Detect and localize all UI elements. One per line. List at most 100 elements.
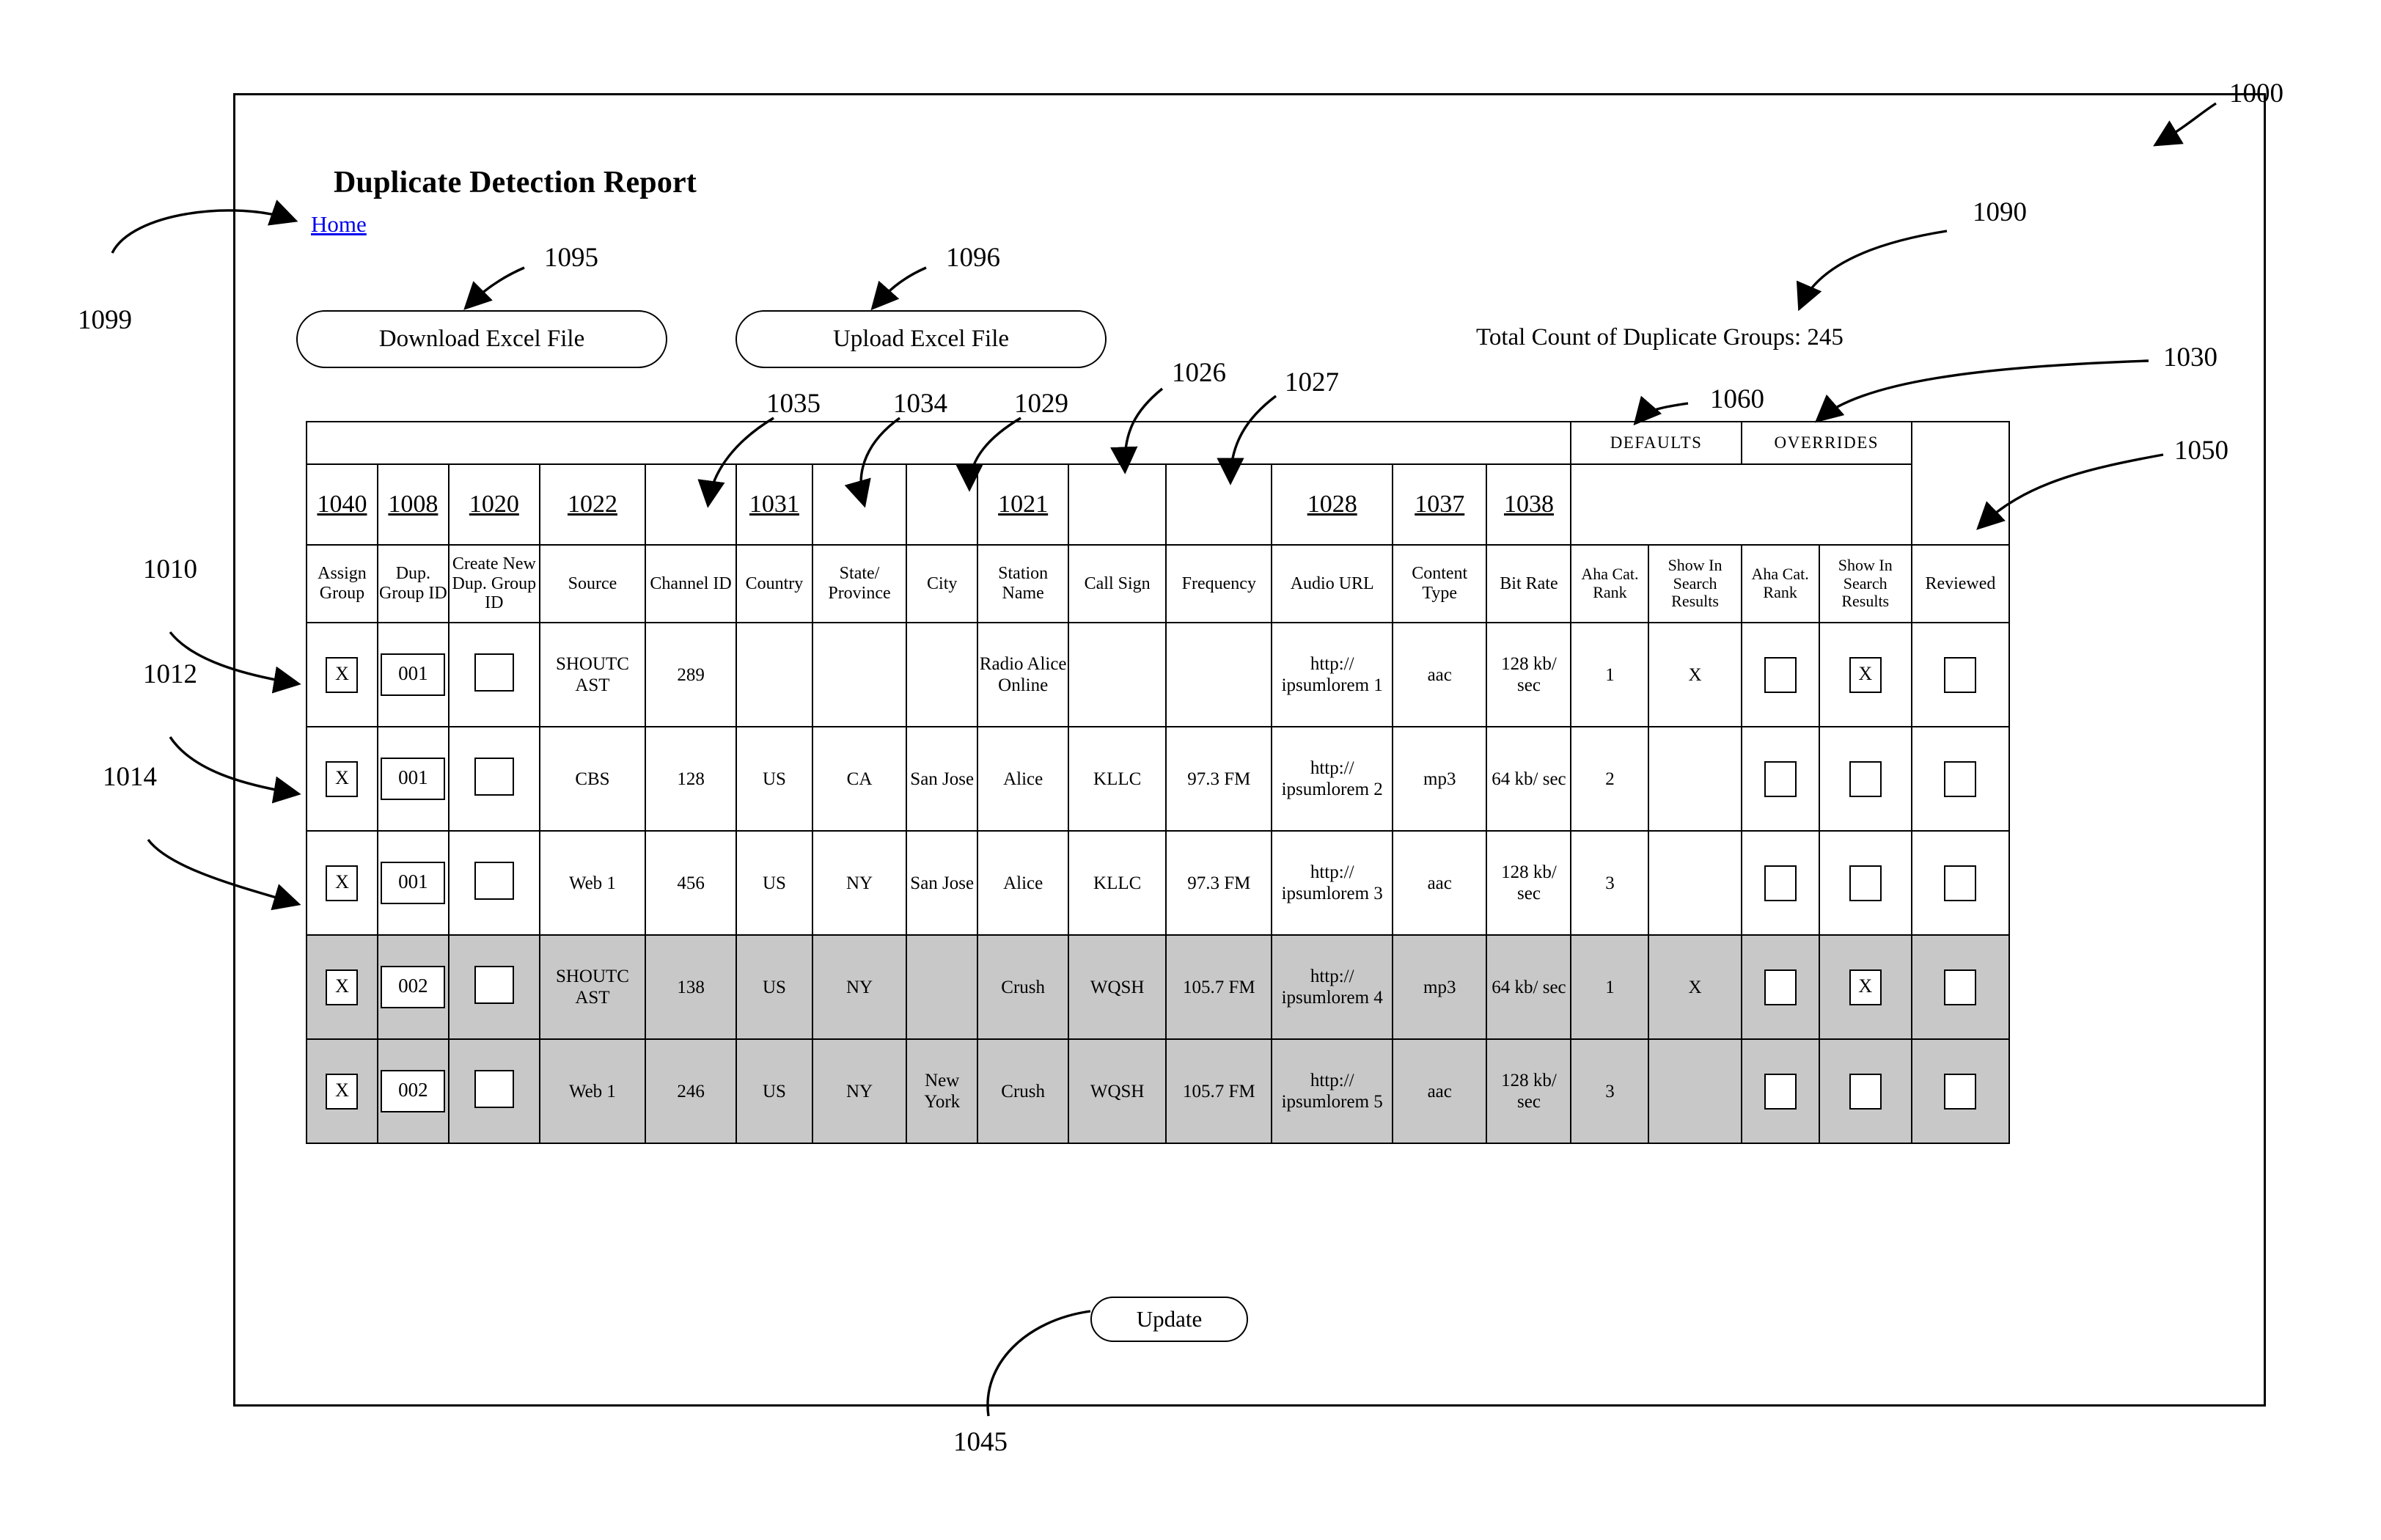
cell-state-province: NY [811, 830, 908, 936]
override-show-in-search-results-checkbox[interactable] [1849, 1073, 1882, 1110]
cell-call-sign: KLLC [1068, 726, 1167, 832]
cell-frequency [1165, 622, 1273, 727]
col-frequency: Frequency [1165, 544, 1273, 623]
upload-excel-file-button[interactable]: Upload Excel File [735, 310, 1107, 368]
assign-group-checkbox[interactable]: X [326, 760, 359, 797]
cell-override-aha-cat-rank [1740, 830, 1820, 936]
cell-station-name: Crush [977, 1038, 1070, 1144]
override-aha-cat-rank-checkbox[interactable] [1764, 1073, 1797, 1110]
reviewed-checkbox[interactable] [1944, 865, 1977, 901]
cell-reviewed [1910, 934, 2011, 1040]
cell-call-sign [1068, 622, 1167, 727]
ref-band-spacer [1571, 464, 1911, 545]
dup-group-id-input[interactable]: 002 [381, 1070, 446, 1112]
cell-reviewed [1910, 1038, 2011, 1144]
total-duplicate-groups-count: Total Count of Duplicate Groups: 245 [1476, 324, 1843, 351]
cell-reviewed [1910, 830, 2011, 936]
page-title: Duplicate Detection Report [334, 166, 697, 199]
cell-station-name: Alice [977, 726, 1070, 832]
table-row: X 002 Web 1 246 US NY New York Crush WQSH 105.7 F… [306, 1038, 2011, 1144]
cell-bit-rate: 64 kb/ sec [1486, 726, 1572, 832]
col-reviewed: Reviewed [1910, 544, 2011, 623]
download-excel-file-button[interactable]: Download Excel File [296, 310, 667, 368]
ref-frequency [1165, 463, 1273, 546]
ref-label-1014: 1014 [103, 762, 157, 792]
cell-default-aha-cat-rank: 3 [1570, 830, 1650, 936]
cell-country: US [735, 934, 813, 1040]
create-new-dup-group-id-input[interactable] [474, 757, 514, 796]
override-aha-cat-rank-checkbox[interactable] [1764, 760, 1797, 797]
assign-group-checkbox[interactable]: X [326, 969, 359, 1005]
override-aha-cat-rank-checkbox[interactable] [1764, 969, 1797, 1005]
cell-state-province: NY [811, 1038, 908, 1144]
dup-group-id-input[interactable]: 001 [381, 758, 446, 800]
create-new-dup-group-id-input[interactable] [474, 653, 514, 692]
dup-group-id-input[interactable]: 002 [381, 966, 446, 1008]
reviewed-checkbox[interactable] [1944, 969, 1977, 1005]
table-row: X 001 SHOUTC AST 289 Radio Alice Online http:… [306, 622, 2011, 727]
create-new-dup-group-id-input[interactable] [474, 1069, 514, 1108]
cell-call-sign: WQSH [1068, 1038, 1167, 1144]
cell-audio-url: http:// ipsumlorem 5 [1271, 1038, 1393, 1144]
cell-audio-url: http:// ipsumlorem 2 [1271, 726, 1393, 832]
cell-audio-url: http:// ipsumlorem 4 [1271, 934, 1393, 1040]
cell-default-aha-cat-rank: 2 [1570, 726, 1650, 832]
col-audio-url: Audio URL [1271, 544, 1393, 623]
cell-content-type: mp3 [1391, 934, 1488, 1040]
ref-label-1000: 1000 [2229, 78, 2283, 109]
cell-call-sign: KLLC [1068, 830, 1167, 936]
assign-group-checkbox[interactable]: X [326, 656, 359, 693]
cell-audio-url: http:// ipsumlorem 1 [1271, 622, 1393, 727]
cell-reviewed [1910, 622, 2011, 727]
col-assign-group: Assign Group [306, 544, 378, 623]
cell-frequency: 105.7 FM [1165, 1038, 1273, 1144]
cell-source: SHOUTC AST [538, 934, 647, 1040]
col-override-aha-cat-rank: Aha Cat. Rank [1740, 544, 1820, 623]
override-aha-cat-rank-checkbox[interactable] [1764, 656, 1797, 693]
create-new-dup-group-id-input[interactable] [474, 965, 514, 1004]
cell-city [906, 934, 979, 1040]
cell-station-name: Crush [977, 934, 1070, 1040]
cell-country [735, 622, 813, 727]
dup-group-id-input[interactable]: 001 [381, 862, 446, 904]
header-reference-row: 1040 1008 1020 1022 1031 1021 1028 1037 … [306, 463, 2009, 546]
cell-bit-rate: 128 kb/ sec [1486, 1038, 1572, 1144]
ref-1031: 1031 [735, 463, 813, 546]
col-country: Country [735, 544, 813, 623]
override-show-in-search-results-checkbox[interactable] [1849, 760, 1882, 797]
figure-canvas: Duplicate Detection Report Home Download… [0, 0, 2381, 1540]
cell-override-show-in-search-results [1818, 726, 1912, 832]
ref-city [906, 463, 979, 546]
cell-city [906, 622, 979, 727]
assign-group-checkbox[interactable]: X [326, 1073, 359, 1110]
override-aha-cat-rank-checkbox[interactable] [1764, 865, 1797, 901]
cell-dup-group-id: 002 [376, 1038, 450, 1144]
assign-group-checkbox[interactable]: X [326, 865, 359, 901]
cell-city: San Jose [906, 830, 979, 936]
col-state-province: State/ Province [811, 544, 908, 623]
override-show-in-search-results-checkbox[interactable] [1849, 865, 1882, 901]
table-body: X 001 SHOUTC AST 289 Radio Alice Online http:… [306, 622, 2011, 1144]
dup-group-id-input[interactable]: 001 [381, 653, 446, 696]
cell-channel-id: 289 [645, 622, 738, 727]
override-show-in-search-results-checkbox[interactable]: X [1849, 656, 1882, 693]
cell-dup-group-id: 001 [376, 830, 450, 936]
ref-call-sign [1068, 463, 1167, 546]
cell-country: US [735, 830, 813, 936]
reviewed-checkbox[interactable] [1944, 760, 1977, 797]
ref-1028: 1028 [1271, 463, 1393, 546]
col-bit-rate: Bit Rate [1486, 544, 1572, 623]
home-link[interactable]: Home [311, 211, 367, 238]
ref-label-1012: 1012 [143, 659, 197, 689]
update-button[interactable]: Update [1090, 1297, 1248, 1342]
reviewed-checkbox[interactable] [1944, 656, 1977, 693]
ref-label-1050: 1050 [2174, 436, 2228, 466]
create-new-dup-group-id-input[interactable] [474, 861, 514, 900]
cell-override-show-in-search-results: X [1818, 934, 1912, 1040]
reviewed-checkbox[interactable] [1944, 1073, 1977, 1110]
cell-default-aha-cat-rank: 1 [1570, 934, 1650, 1040]
override-show-in-search-results-checkbox[interactable]: X [1849, 969, 1882, 1005]
reviewed-band-spacer [1910, 421, 2011, 546]
col-source: Source [538, 544, 647, 623]
cell-source: SHOUTC AST [538, 622, 647, 727]
